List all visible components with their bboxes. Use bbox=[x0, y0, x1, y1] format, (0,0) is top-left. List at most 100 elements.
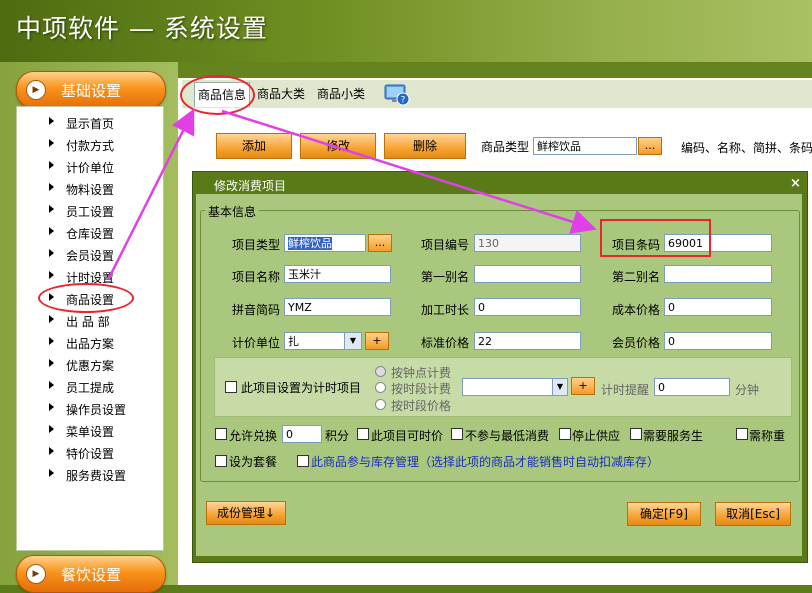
sidebar-menu: 显示首页 付款方式 计价单位 物料设置 员工设置 仓库设置 会员设置 计时设置 … bbox=[16, 106, 164, 551]
stock-manage-checkbox[interactable] bbox=[297, 455, 309, 467]
sidebar-group-basic[interactable]: ▶ 基础设置 bbox=[16, 71, 166, 109]
timed-price-label: 此项目可时价 bbox=[371, 429, 444, 443]
item-type-picker-button[interactable]: ... bbox=[368, 234, 392, 252]
sidebar-item[interactable]: 员工提成 bbox=[17, 375, 163, 397]
highlight-ellipse-tab bbox=[180, 75, 255, 115]
item-type-label: 项目类型 bbox=[232, 238, 281, 252]
process-time-input[interactable]: 0 bbox=[474, 298, 581, 316]
sidebar-item[interactable]: 操作员设置 bbox=[17, 397, 163, 419]
arrow-right-icon bbox=[49, 139, 54, 147]
item-name-label: 项目名称 bbox=[232, 270, 281, 284]
expand-icon: ▶ bbox=[26, 564, 46, 584]
sidebar-item[interactable]: 显示首页 bbox=[17, 111, 163, 133]
radio-by-period-label: 按时段计费 bbox=[391, 382, 452, 396]
arrow-right-icon bbox=[49, 117, 54, 125]
sidebar-group-label: 餐饮设置 bbox=[61, 566, 122, 584]
group-title: 基本信息 bbox=[205, 203, 260, 220]
timing-checkbox-label: 此项目设置为计时项目 bbox=[241, 381, 362, 395]
allow-exchange-label: 允许兑换 bbox=[229, 429, 278, 443]
help-monitor-icon[interactable]: ? bbox=[384, 84, 410, 106]
sidebar-group-label: 基础设置 bbox=[61, 82, 122, 100]
timing-checkbox[interactable] bbox=[225, 381, 237, 393]
goods-type-picker-button[interactable]: ... bbox=[638, 137, 662, 155]
sidebar-item[interactable]: 计价单位 bbox=[17, 155, 163, 177]
arrow-right-icon bbox=[49, 205, 54, 213]
tab-goods-subcategory[interactable]: 商品小类 bbox=[314, 82, 368, 106]
sidebar-item[interactable]: 菜单设置 bbox=[17, 419, 163, 441]
allow-exchange-checkbox[interactable] bbox=[215, 428, 227, 440]
component-manage-button[interactable]: 成份管理↓ bbox=[206, 501, 286, 525]
goods-type-input[interactable]: 鲜榨饮品 bbox=[533, 137, 637, 155]
sidebar-item[interactable]: 出品方案 bbox=[17, 331, 163, 353]
set-meal-checkbox[interactable] bbox=[215, 455, 227, 467]
sidebar-group-dining[interactable]: ▶ 餐饮设置 bbox=[16, 555, 166, 593]
sidebar-item[interactable]: 会员设置 bbox=[17, 243, 163, 265]
sidebar-item[interactable]: 仓库设置 bbox=[17, 221, 163, 243]
sidebar-item[interactable]: 优惠方案 bbox=[17, 353, 163, 375]
exchange-points-input[interactable]: 0 bbox=[282, 425, 322, 443]
member-price-label: 会员价格 bbox=[612, 336, 661, 350]
timed-price-checkbox[interactable] bbox=[357, 428, 369, 440]
arrow-right-icon bbox=[49, 381, 54, 389]
add-timing-button[interactable]: + bbox=[571, 377, 595, 395]
radio-by-hour-label: 按钟点计费 bbox=[391, 366, 452, 380]
cost-price-input[interactable]: 0 bbox=[664, 298, 772, 316]
need-staff-checkbox[interactable] bbox=[630, 428, 642, 440]
expand-icon: ▶ bbox=[26, 80, 46, 100]
dialog-title: 修改消费项目 bbox=[214, 179, 287, 193]
highlight-ellipse-menu bbox=[38, 283, 134, 313]
arrow-right-icon bbox=[49, 425, 54, 433]
item-code-input[interactable]: 130 bbox=[474, 234, 581, 252]
radio-by-period-price[interactable] bbox=[375, 399, 386, 410]
arrow-right-icon bbox=[49, 183, 54, 191]
timing-select[interactable]: ▼ bbox=[462, 378, 568, 396]
stop-supply-checkbox[interactable] bbox=[559, 428, 571, 440]
stock-manage-label: 此商品参与库存管理（选择此项的商品才能销售时自动扣减库存） bbox=[311, 455, 660, 469]
radio-by-hour[interactable] bbox=[375, 366, 386, 377]
arrow-right-icon bbox=[49, 337, 54, 345]
pinyin-input[interactable]: YMZ bbox=[284, 298, 391, 316]
highlight-box-barcode bbox=[600, 219, 711, 257]
alias1-input[interactable] bbox=[474, 265, 581, 283]
timing-remind-input[interactable]: 0 bbox=[654, 378, 730, 396]
tab-goods-category[interactable]: 商品大类 bbox=[254, 82, 308, 106]
search-hint: 编码、名称、简拼、条码 bbox=[681, 141, 812, 155]
item-type-input[interactable]: 鲜榨饮品 bbox=[284, 234, 366, 252]
std-price-input[interactable]: 22 bbox=[474, 332, 581, 350]
arrow-right-icon bbox=[49, 403, 54, 411]
need-weigh-label: 需称重 bbox=[749, 429, 786, 443]
item-code-label: 项目编号 bbox=[421, 238, 470, 252]
goods-type-label: 商品类型 bbox=[481, 140, 530, 154]
sidebar-item[interactable]: 物料设置 bbox=[17, 177, 163, 199]
delete-button[interactable]: 删除 bbox=[384, 133, 466, 159]
close-icon[interactable]: × bbox=[790, 176, 801, 191]
sidebar-item[interactable]: 特价设置 bbox=[17, 441, 163, 463]
arrow-right-icon bbox=[49, 271, 54, 279]
alias2-input[interactable] bbox=[664, 265, 772, 283]
add-unit-button[interactable]: + bbox=[365, 332, 389, 350]
stop-supply-label: 停止供应 bbox=[572, 429, 621, 443]
chevron-down-icon: ▼ bbox=[344, 333, 361, 349]
unit-label: 计价单位 bbox=[232, 336, 281, 350]
need-weigh-checkbox[interactable] bbox=[736, 428, 748, 440]
cost-price-label: 成本价格 bbox=[612, 303, 661, 317]
edit-button[interactable]: 修改 bbox=[300, 133, 376, 159]
sidebar-item[interactable]: 服务费设置 bbox=[17, 463, 163, 485]
item-name-input[interactable]: 玉米汁 bbox=[284, 265, 391, 283]
radio-by-period[interactable] bbox=[375, 382, 386, 393]
pinyin-label: 拼音简码 bbox=[232, 303, 281, 317]
member-price-input[interactable]: 0 bbox=[664, 332, 772, 350]
add-button[interactable]: 添加 bbox=[216, 133, 292, 159]
ok-button[interactable]: 确定[F9] bbox=[627, 502, 701, 526]
no-min-checkbox[interactable] bbox=[451, 428, 463, 440]
minutes-unit: 分钟 bbox=[735, 383, 760, 397]
sidebar-item[interactable]: 员工设置 bbox=[17, 199, 163, 221]
arrow-right-icon bbox=[49, 249, 54, 257]
cancel-button[interactable]: 取消[Esc] bbox=[715, 502, 791, 526]
chevron-down-icon: ▼ bbox=[552, 379, 567, 395]
arrow-right-icon bbox=[49, 227, 54, 235]
sidebar-item[interactable]: 付款方式 bbox=[17, 133, 163, 155]
arrow-right-icon bbox=[49, 359, 54, 367]
no-min-label: 不参与最低消费 bbox=[465, 429, 550, 443]
unit-select[interactable]: 扎 ▼ bbox=[284, 332, 362, 350]
